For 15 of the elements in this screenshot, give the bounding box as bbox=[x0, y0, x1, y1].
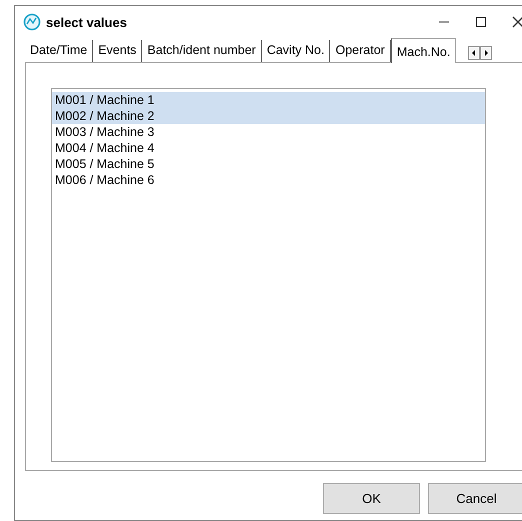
tab[interactable]: Mach.No. bbox=[390, 38, 456, 63]
list-item[interactable]: M005 / Machine 5 bbox=[52, 156, 485, 172]
maximize-icon[interactable] bbox=[475, 16, 487, 28]
list-item[interactable]: M003 / Machine 3 bbox=[52, 124, 485, 140]
close-icon[interactable] bbox=[512, 16, 522, 28]
list-item[interactable]: M006 / Machine 6 bbox=[52, 172, 485, 188]
window-title: select values bbox=[46, 14, 127, 30]
ok-button[interactable]: OK bbox=[323, 483, 420, 514]
scroll-right-icon[interactable] bbox=[480, 46, 492, 60]
app-icon bbox=[23, 13, 41, 31]
scroll-left-icon[interactable] bbox=[468, 46, 480, 60]
list-item[interactable]: M004 / Machine 4 bbox=[52, 140, 485, 156]
cancel-button[interactable]: Cancel bbox=[428, 483, 522, 514]
list-item[interactable]: M001 / Machine 1 bbox=[52, 92, 485, 108]
list-item[interactable]: M002 / Machine 2 bbox=[52, 108, 485, 124]
